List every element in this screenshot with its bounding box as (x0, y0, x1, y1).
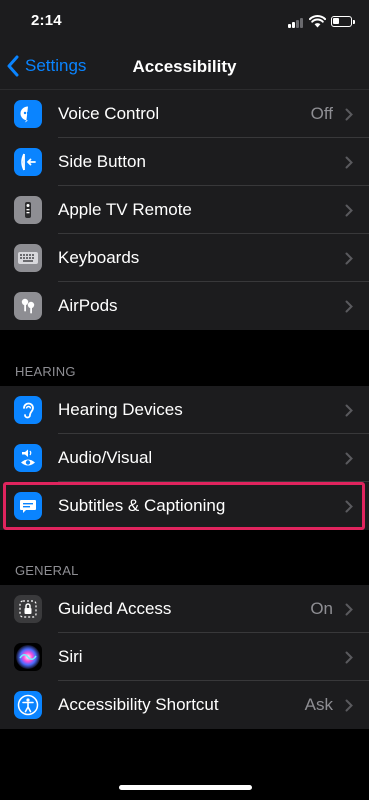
row-siri[interactable]: Siri (0, 633, 369, 681)
side-button-icon (14, 148, 42, 176)
chevron-right-icon (345, 404, 353, 417)
chevron-right-icon (345, 500, 353, 513)
voice-control-icon (14, 100, 42, 128)
row-label: AirPods (58, 296, 118, 315)
row-label: Guided Access (58, 599, 172, 618)
row-label: Hearing Devices (58, 400, 183, 419)
row-value: On (310, 599, 333, 618)
chevron-right-icon (345, 156, 353, 169)
row-audio-visual[interactable]: Audio/Visual (0, 434, 369, 482)
settings-group-general: Guided Access On Siri Accessibility Shor… (0, 585, 369, 729)
settings-group-interaction: Voice Control Off Side Button Apple TV R… (0, 90, 369, 330)
airpods-icon (14, 292, 42, 320)
keyboard-icon (14, 244, 42, 272)
lock-icon (14, 595, 42, 623)
subtitles-icon (14, 492, 42, 520)
home-indicator[interactable] (119, 785, 252, 790)
row-apple-tv-remote[interactable]: Apple TV Remote (0, 186, 369, 234)
row-label: Apple TV Remote (58, 200, 192, 219)
chevron-right-icon (345, 108, 353, 121)
chevron-right-icon (345, 603, 353, 616)
page-title: Accessibility (132, 57, 237, 76)
row-label: Accessibility Shortcut (58, 695, 219, 714)
row-label: Keyboards (58, 248, 140, 267)
wifi-icon (309, 15, 326, 28)
row-accessibility-shortcut[interactable]: Accessibility Shortcut Ask (0, 681, 369, 729)
chevron-right-icon (345, 204, 353, 217)
audio-visual-icon (14, 444, 42, 472)
row-hearing-devices[interactable]: Hearing Devices (0, 386, 369, 434)
section-header-hearing: HEARING (15, 364, 76, 379)
battery-icon (331, 16, 355, 27)
chevron-right-icon (345, 699, 353, 712)
chevron-right-icon (345, 452, 353, 465)
ear-icon (14, 396, 42, 424)
status-bar: 2:14 (0, 0, 369, 44)
row-label: Side Button (58, 152, 146, 171)
siri-icon (14, 643, 42, 671)
section-header-general: GENERAL (15, 563, 79, 578)
row-airpods[interactable]: AirPods (0, 282, 369, 330)
row-keyboards[interactable]: Keyboards (0, 234, 369, 282)
chevron-right-icon (345, 651, 353, 664)
row-voice-control[interactable]: Voice Control Off (0, 90, 369, 138)
row-value: Off (310, 104, 333, 123)
status-time: 2:14 (31, 12, 62, 29)
settings-group-hearing: Hearing Devices Audio/Visual Subtitles &… (0, 386, 369, 530)
chevron-right-icon (345, 300, 353, 313)
row-value: Ask (304, 695, 333, 714)
accessibility-icon (14, 691, 42, 719)
navigation-bar: Settings Accessibility (0, 44, 369, 90)
row-label: Siri (58, 647, 83, 666)
apple-tv-remote-icon (14, 196, 42, 224)
chevron-right-icon (345, 252, 353, 265)
cellular-signal-icon (288, 17, 305, 28)
row-label: Subtitles & Captioning (58, 496, 226, 515)
row-guided-access[interactable]: Guided Access On (0, 585, 369, 633)
row-side-button[interactable]: Side Button (0, 138, 369, 186)
row-label: Voice Control (58, 104, 160, 123)
row-subtitles-captioning[interactable]: Subtitles & Captioning (0, 482, 369, 530)
row-label: Audio/Visual (58, 448, 153, 467)
